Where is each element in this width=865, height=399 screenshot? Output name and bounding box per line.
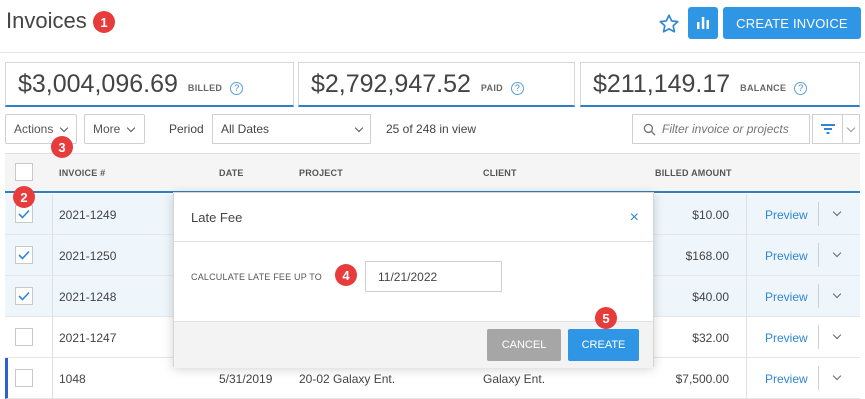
view-count: 25 of 248 in view	[386, 122, 477, 136]
chevron-down-icon[interactable]	[832, 248, 842, 258]
reports-button[interactable]	[688, 7, 718, 39]
paid-label: PAID	[480, 83, 503, 93]
column-divider	[52, 194, 53, 235]
row-checkbox[interactable]	[15, 287, 33, 305]
chevron-down-icon	[846, 123, 856, 132]
column-divider	[746, 358, 747, 399]
favorite-button[interactable]	[655, 10, 683, 38]
invoice-number[interactable]: 2021-1247	[59, 331, 116, 345]
help-icon[interactable]: ?	[794, 81, 808, 95]
preview-link[interactable]: Preview	[765, 290, 808, 304]
invoice-number[interactable]: 2021-1250	[59, 249, 116, 263]
period-value: All Dates	[221, 122, 270, 136]
paid-amount: $2,792,947.52	[311, 69, 471, 98]
column-divider	[52, 276, 53, 317]
total-billed: $3,004,096.69 BILLED ?	[5, 62, 294, 107]
create-invoice-button[interactable]: CREATE INVOICE	[723, 7, 861, 39]
checkmark-icon	[18, 291, 30, 301]
invoice-number[interactable]: 1048	[59, 372, 86, 386]
action-divider	[818, 284, 819, 308]
chevron-down-icon	[60, 123, 69, 132]
search-input[interactable]	[662, 122, 807, 136]
balance-amount: $211,149.17	[593, 69, 731, 98]
chevron-down-icon[interactable]	[832, 371, 842, 381]
row-checkbox[interactable]	[15, 369, 33, 387]
close-icon[interactable]: ×	[630, 209, 639, 227]
total-balance: $211,149.17 BALANCE ?	[580, 62, 860, 107]
column-divider	[52, 358, 53, 399]
row-checkbox[interactable]	[15, 328, 33, 346]
search-box[interactable]	[632, 114, 810, 144]
billed-amount-cell: $7,500.00	[675, 372, 729, 386]
late-fee-label: CALCULATE LATE FEE UP TO	[191, 272, 323, 282]
step-marker-2: 2	[13, 186, 35, 208]
dialog-title: Late Fee	[191, 210, 243, 225]
chevron-down-icon	[127, 123, 136, 132]
chevron-down-icon[interactable]	[832, 289, 842, 299]
step-marker-1: 1	[93, 11, 115, 33]
column-divider	[746, 235, 747, 276]
period-label: Period	[169, 122, 204, 136]
row-checkbox[interactable]	[15, 246, 33, 264]
action-divider	[818, 243, 819, 267]
billed-label: BILLED	[187, 83, 223, 93]
balance-label: BALANCE	[740, 83, 787, 93]
filter-toggle[interactable]	[813, 115, 843, 143]
column-divider	[746, 276, 747, 317]
period-select[interactable]: All Dates	[212, 114, 371, 144]
chevron-down-icon[interactable]	[832, 330, 842, 340]
checkmark-icon	[18, 209, 30, 219]
invoice-date: 5/31/2019	[219, 372, 273, 386]
help-icon[interactable]: ?	[510, 81, 524, 95]
column-project[interactable]: PROJECT	[299, 168, 343, 178]
column-divider	[746, 317, 747, 358]
preview-link[interactable]: Preview	[765, 249, 808, 263]
column-client[interactable]: CLIENT	[483, 168, 517, 178]
step-marker-5: 5	[595, 307, 617, 329]
column-date[interactable]: DATE	[219, 168, 244, 178]
page-title: Invoices	[6, 8, 87, 33]
project-name[interactable]: 20-02 Galaxy Ent.	[299, 372, 395, 386]
step-marker-4: 4	[335, 264, 357, 286]
column-divider	[52, 235, 53, 276]
create-button[interactable]: CREATE	[568, 329, 639, 361]
invoice-number[interactable]: 2021-1249	[59, 208, 116, 222]
filter-options-toggle[interactable]	[843, 123, 859, 132]
column-divider	[52, 317, 53, 358]
chevron-down-icon	[354, 123, 364, 132]
select-all-checkbox[interactable]	[15, 163, 33, 181]
action-divider	[818, 202, 819, 226]
action-divider	[818, 366, 819, 390]
column-invoice[interactable]: INVOICE #	[59, 168, 105, 178]
step-marker-3: 3	[51, 136, 73, 158]
column-billed-amount[interactable]: BILLED AMOUNT	[655, 168, 732, 178]
late-fee-date-input[interactable]	[365, 261, 502, 292]
invoice-number[interactable]: 2021-1248	[59, 290, 116, 304]
preview-link[interactable]: Preview	[765, 208, 808, 222]
more-label: More	[93, 122, 121, 136]
search-icon	[643, 123, 656, 136]
filter-button[interactable]	[812, 114, 860, 144]
checkmark-icon	[18, 250, 30, 260]
preview-link[interactable]: Preview	[765, 372, 808, 386]
filter-icon	[820, 124, 835, 134]
late-fee-dialog: Late Fee × CALCULATE LATE FEE UP TO CANC…	[173, 192, 654, 368]
star-icon	[659, 14, 679, 33]
column-divider	[746, 194, 747, 235]
cancel-button[interactable]: CANCEL	[487, 329, 561, 361]
bar-chart-icon	[697, 17, 709, 29]
preview-link[interactable]: Preview	[765, 331, 808, 345]
total-paid: $2,792,947.52 PAID ?	[298, 62, 575, 107]
actions-label: Actions	[14, 122, 54, 136]
billed-amount: $3,004,096.69	[18, 69, 178, 98]
client-name[interactable]: Galaxy Ent.	[483, 372, 545, 386]
more-dropdown[interactable]: More	[84, 114, 145, 144]
dialog-divider	[174, 241, 653, 242]
chevron-down-icon[interactable]	[832, 207, 842, 217]
help-icon[interactable]: ?	[230, 81, 244, 95]
action-divider	[818, 325, 819, 349]
header-divider	[0, 52, 865, 53]
